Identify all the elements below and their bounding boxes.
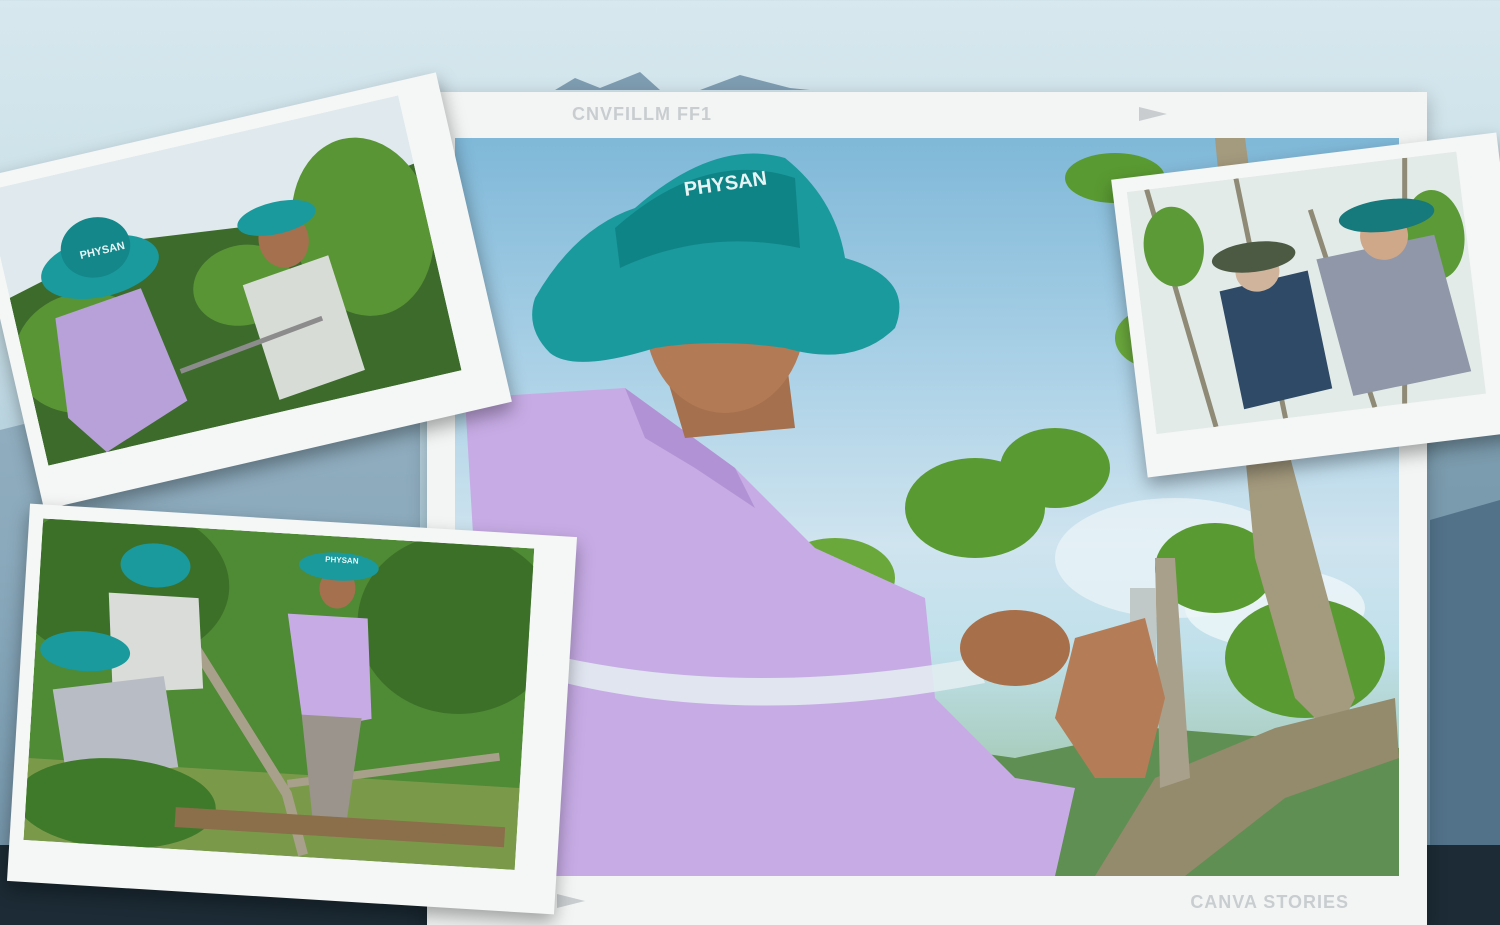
film-arrow-top-icon	[1139, 107, 1167, 121]
film-arrow-bottom-icon	[557, 894, 585, 908]
photo-top-left-scene: PHYSAN	[0, 95, 462, 466]
photo-bottom-left: PHYSAN	[6, 503, 578, 915]
film-brand-label: CANVA STORIES	[1190, 892, 1349, 912]
photo-bottom-left-scene: PHYSAN	[23, 518, 535, 870]
photo-top-right	[1111, 132, 1500, 478]
photo-top-right-scene	[1126, 151, 1487, 435]
film-top-label: CNVFILLM FF1	[572, 104, 712, 124]
